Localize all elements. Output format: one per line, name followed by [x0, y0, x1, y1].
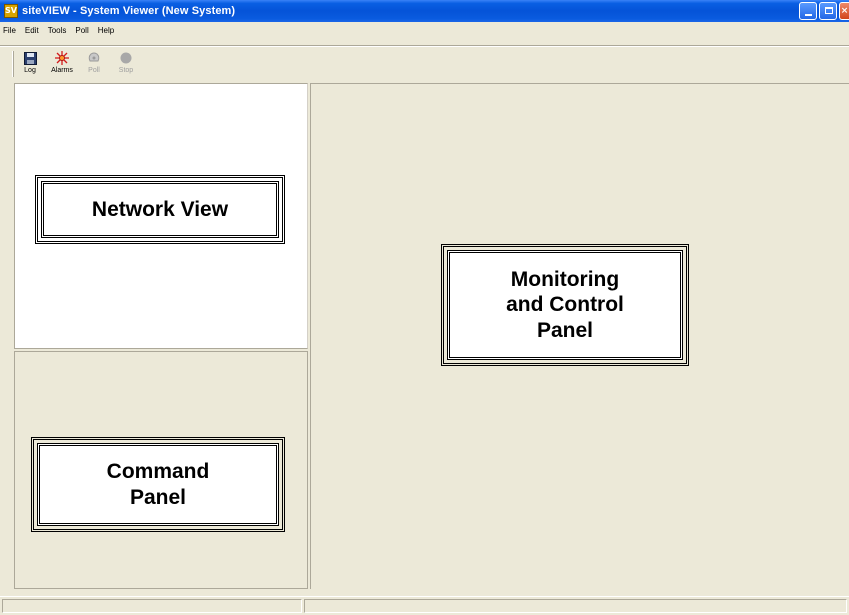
menu-tools[interactable]: Tools: [47, 26, 68, 35]
menu-poll[interactable]: Poll: [74, 26, 89, 35]
restore-icon: [825, 6, 833, 14]
alarm-burst-icon: [55, 51, 69, 65]
stop-button[interactable]: Stop: [115, 49, 137, 74]
alarms-label: Alarms: [51, 67, 73, 74]
toolbar-separator: [0, 45, 849, 47]
monitoring-panel-callout: Monitoring and Control Panel: [441, 244, 689, 366]
menu-bar: File Edit Tools Poll Help: [0, 22, 849, 39]
network-view-label: Network View: [91, 197, 229, 221]
poll-label: Poll: [88, 67, 100, 74]
menu-file[interactable]: File: [2, 26, 17, 35]
poll-icon: [87, 51, 101, 65]
network-view-callout: Network View: [35, 175, 285, 244]
status-cell-left: [2, 599, 302, 613]
command-panel[interactable]: Command Panel: [14, 351, 308, 589]
status-cell-right: [304, 599, 847, 613]
window-controls: ×: [799, 2, 849, 20]
network-view-panel[interactable]: Network View: [14, 83, 308, 349]
command-panel-label: Command Panel: [106, 460, 210, 509]
minimize-icon: [804, 14, 812, 16]
minimize-button[interactable]: [799, 2, 817, 20]
restore-button[interactable]: [819, 2, 837, 20]
menu-edit[interactable]: Edit: [24, 26, 40, 35]
stop-label: Stop: [118, 67, 134, 74]
window-title: siteVIEW - System Viewer (New System): [22, 5, 236, 17]
poll-button[interactable]: Poll: [83, 49, 105, 74]
close-button[interactable]: ×: [839, 2, 849, 20]
alarms-button[interactable]: Alarms: [51, 49, 73, 74]
floppy-disk-icon: [23, 51, 37, 65]
status-bar: [0, 596, 849, 615]
log-button[interactable]: Log: [19, 49, 41, 74]
command-panel-callout: Command Panel: [31, 437, 285, 532]
toolbar: Log Alarms Poll Stop: [0, 49, 849, 80]
title-bar[interactable]: SV siteVIEW - System Viewer (New System)…: [0, 0, 849, 22]
stop-icon: [119, 51, 133, 65]
log-label: Log: [24, 67, 36, 74]
close-icon: ×: [840, 6, 849, 16]
app-icon: SV: [4, 4, 18, 18]
monitoring-panel-label: Monitoring and Control Panel: [506, 268, 624, 342]
menu-help[interactable]: Help: [97, 26, 115, 35]
monitoring-control-panel[interactable]: Monitoring and Control Panel: [310, 83, 849, 589]
